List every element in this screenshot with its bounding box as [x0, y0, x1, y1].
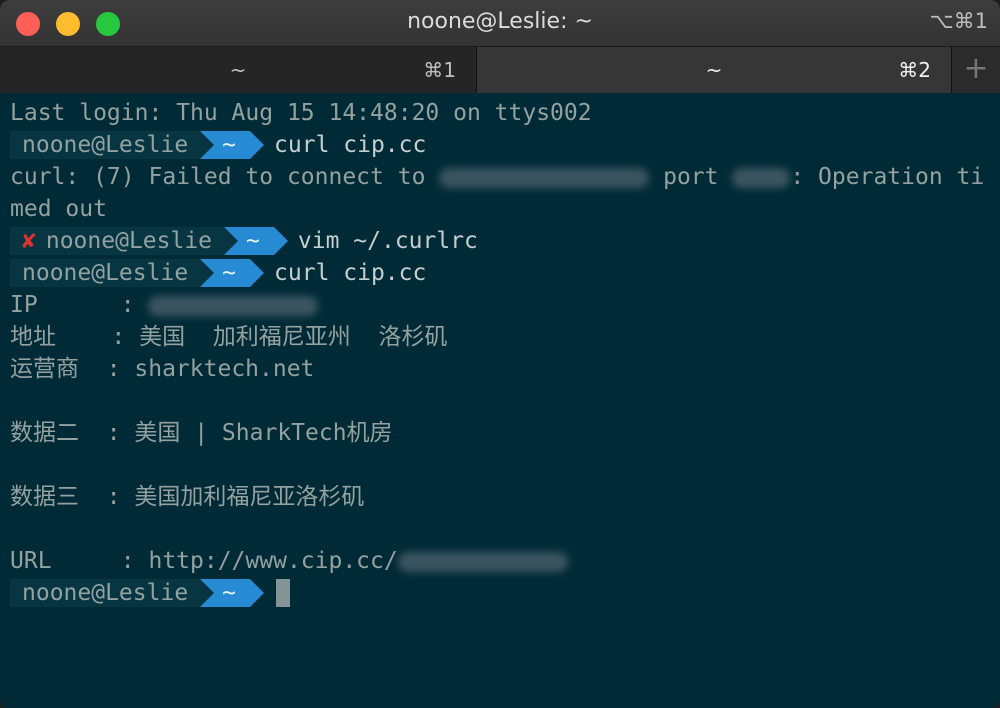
- prompt-user: noone@Leslie: [10, 579, 201, 607]
- error-port: port: [649, 164, 733, 190]
- tab-1-label: ~: [229, 58, 247, 82]
- prompt-line-4: noone@Leslie ~: [10, 577, 291, 609]
- tab-2[interactable]: ~ ⌘2: [477, 47, 951, 93]
- prompt-user-error: ✘ noone@Leslie: [10, 227, 225, 255]
- data3-line: 数据三 : 美国加利福尼亚洛杉矶: [10, 484, 365, 510]
- url-label: URL : http://www.cip.cc/: [10, 548, 398, 574]
- error-line: curl: (7) Failed to connect to port : Op…: [10, 161, 984, 193]
- redacted-ip: [439, 167, 650, 188]
- prompt-dir: ~: [200, 259, 264, 287]
- error-line-wrap: med out: [10, 196, 107, 222]
- error-suffix: : Operation ti: [790, 164, 985, 190]
- redacted-port: [732, 167, 791, 188]
- error-prefix: curl: (7) Failed to connect to: [10, 164, 440, 190]
- command-text: curl cip.cc: [274, 132, 427, 158]
- window-title: noone@Leslie: ~: [407, 9, 593, 34]
- tab-2-shortcut: ⌘2: [898, 58, 931, 82]
- prompt-user: noone@Leslie: [10, 259, 201, 287]
- prompt-user: noone@Leslie: [10, 131, 201, 159]
- tab-1-shortcut: ⌘1: [423, 58, 456, 82]
- window-shortcut: ⌥⌘1: [929, 9, 988, 33]
- prompt-dir: ~: [200, 579, 264, 607]
- prompt-line-2: ✘ noone@Leslie ~ vim ~/.curlrc: [10, 225, 478, 257]
- tab-bar: ~ ⌘1 ~ ⌘2 +: [0, 46, 1000, 94]
- redacted-url-ip: [397, 551, 568, 572]
- prompt-dir: ~: [224, 227, 288, 255]
- ip-label: IP :: [10, 292, 149, 318]
- prompt-line-3: noone@Leslie ~ curl cip.cc: [10, 257, 426, 289]
- redacted-ip-value: [148, 295, 319, 316]
- address-line: 地址 : 美国 加利福尼亚州 洛杉矶: [10, 324, 448, 350]
- error-x-icon: ✘: [22, 228, 36, 254]
- text-cursor: [276, 579, 291, 607]
- title-bar[interactable]: noone@Leslie: ~ ⌥⌘1: [0, 0, 1000, 46]
- isp-line: 运营商 : sharktech.net: [10, 356, 315, 382]
- prompt-line-1: noone@Leslie ~ curl cip.cc: [10, 129, 426, 161]
- command-text: curl cip.cc: [274, 260, 427, 286]
- terminal-output[interactable]: Last login: Thu Aug 15 14:48:20 on ttys0…: [0, 93, 1000, 708]
- prompt-user-label: noone@Leslie: [45, 228, 213, 254]
- last-login-line: Last login: Thu Aug 15 14:48:20 on ttys0…: [10, 100, 592, 126]
- new-tab-button[interactable]: +: [951, 47, 1000, 93]
- data2-line: 数据二 : 美国 | SharkTech机房: [10, 420, 393, 446]
- command-text: vim ~/.curlrc: [297, 228, 478, 254]
- tab-1[interactable]: ~ ⌘1: [0, 47, 477, 93]
- tab-2-label: ~: [705, 58, 723, 82]
- ip-line: IP :: [10, 289, 319, 321]
- prompt-dir: ~: [200, 131, 264, 159]
- url-line: URL : http://www.cip.cc/: [10, 545, 568, 577]
- terminal-window: noone@Leslie: ~ ⌥⌘1 ~ ⌘1 ~ ⌘2 + Last log…: [0, 0, 1000, 708]
